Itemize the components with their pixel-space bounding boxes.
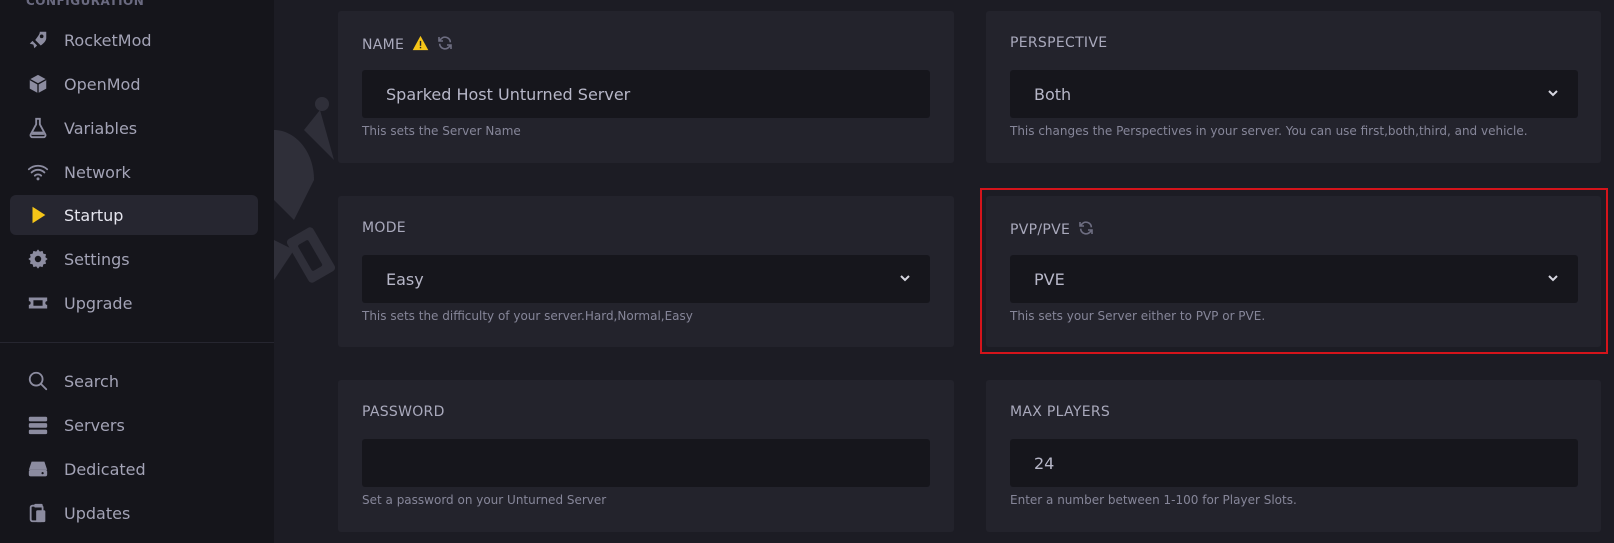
card-max-players: MAX PLAYERS 24 Enter a number between 1-… — [986, 380, 1601, 532]
flask-icon — [26, 116, 50, 140]
warning-icon — [412, 35, 429, 55]
sidebar-item-servers[interactable]: Servers — [10, 405, 258, 445]
max-players-input[interactable]: 24 — [1010, 439, 1578, 487]
sidebar-item-startup[interactable]: Startup — [10, 195, 258, 235]
perspective-select[interactable]: Both — [1010, 70, 1578, 118]
rocket-icon — [26, 28, 50, 52]
sidebar-item-label: Servers — [64, 415, 125, 435]
password-help-text: Set a password on your Unturned Server — [362, 493, 607, 507]
clipboard-icon — [26, 501, 50, 525]
max-players-help-text: Enter a number between 1-100 for Player … — [1010, 493, 1297, 507]
card-mode: MODE Easy This sets the difficulty of yo… — [338, 196, 954, 347]
mode-select[interactable]: Easy — [362, 255, 930, 303]
sidebar-item-label: Network — [64, 162, 131, 182]
sidebar-section-title: CONFIGURATION — [26, 0, 145, 8]
sidebar-item-settings[interactable]: Settings — [10, 239, 258, 279]
sidebar-item-dedicated[interactable]: Dedicated — [10, 449, 258, 489]
name-label: NAME — [362, 37, 405, 53]
perspective-help-text: This changes the Perspectives in your se… — [1010, 124, 1528, 138]
sidebar-divider — [0, 342, 274, 343]
perspective-label: PERSPECTIVE — [1010, 35, 1108, 51]
cube-icon — [26, 72, 50, 96]
sidebar-item-network[interactable]: Network — [10, 152, 258, 192]
mode-select-value: Easy — [386, 269, 424, 289]
sidebar-item-label: Startup — [64, 205, 124, 225]
sidebar-item-variables[interactable]: Variables — [10, 108, 258, 148]
sidebar-item-upgrade[interactable]: Upgrade — [10, 283, 258, 323]
sidebar-item-label: Dedicated — [64, 459, 146, 479]
server-name-input[interactable]: Sparked Host Unturned Server — [362, 70, 930, 118]
play-icon — [26, 203, 50, 227]
name-help-text: This sets the Server Name — [362, 124, 521, 138]
sidebar-item-label: Upgrade — [64, 293, 133, 313]
gear-icon — [26, 247, 50, 271]
sidebar-item-label: Variables — [64, 118, 138, 138]
sidebar: CONFIGURATION RocketMod OpenMod Variable… — [0, 0, 274, 543]
wifi-icon — [26, 160, 50, 184]
background-rocket-graphic — [274, 97, 336, 283]
sidebar-item-openmod[interactable]: OpenMod — [10, 64, 258, 104]
ticket-icon — [26, 291, 50, 315]
refresh-icon[interactable] — [437, 35, 453, 55]
sidebar-item-label: Settings — [64, 249, 130, 269]
highlight-box — [980, 188, 1608, 354]
card-password: PASSWORD Set a password on your Unturned… — [338, 380, 954, 532]
sidebar-item-label: Search — [64, 371, 119, 391]
sidebar-item-updates[interactable]: Updates — [10, 493, 258, 533]
name-label-row: NAME — [362, 35, 453, 55]
sidebar-item-rocketmod[interactable]: RocketMod — [10, 20, 258, 60]
max-players-label: MAX PLAYERS — [1010, 404, 1111, 420]
search-icon — [26, 369, 50, 393]
sidebar-item-label: RocketMod — [64, 30, 152, 50]
mode-help-text: This sets the difficulty of your server.… — [362, 309, 693, 323]
servers-icon — [26, 413, 50, 437]
perspective-select-value: Both — [1034, 84, 1072, 104]
card-perspective: PERSPECTIVE Both This changes the Perspe… — [986, 11, 1601, 163]
password-label: PASSWORD — [362, 404, 445, 420]
sidebar-item-label: Updates — [64, 503, 131, 523]
sidebar-item-search[interactable]: Search — [10, 361, 258, 401]
sidebar-item-label: OpenMod — [64, 74, 141, 94]
hdd-icon — [26, 457, 50, 481]
mode-label: MODE — [362, 220, 406, 236]
password-input[interactable] — [362, 439, 930, 487]
chevron-down-icon — [900, 275, 910, 282]
card-name: NAME Sparked Host Unturned Server This s… — [338, 11, 954, 163]
chevron-down-icon — [1548, 90, 1558, 97]
